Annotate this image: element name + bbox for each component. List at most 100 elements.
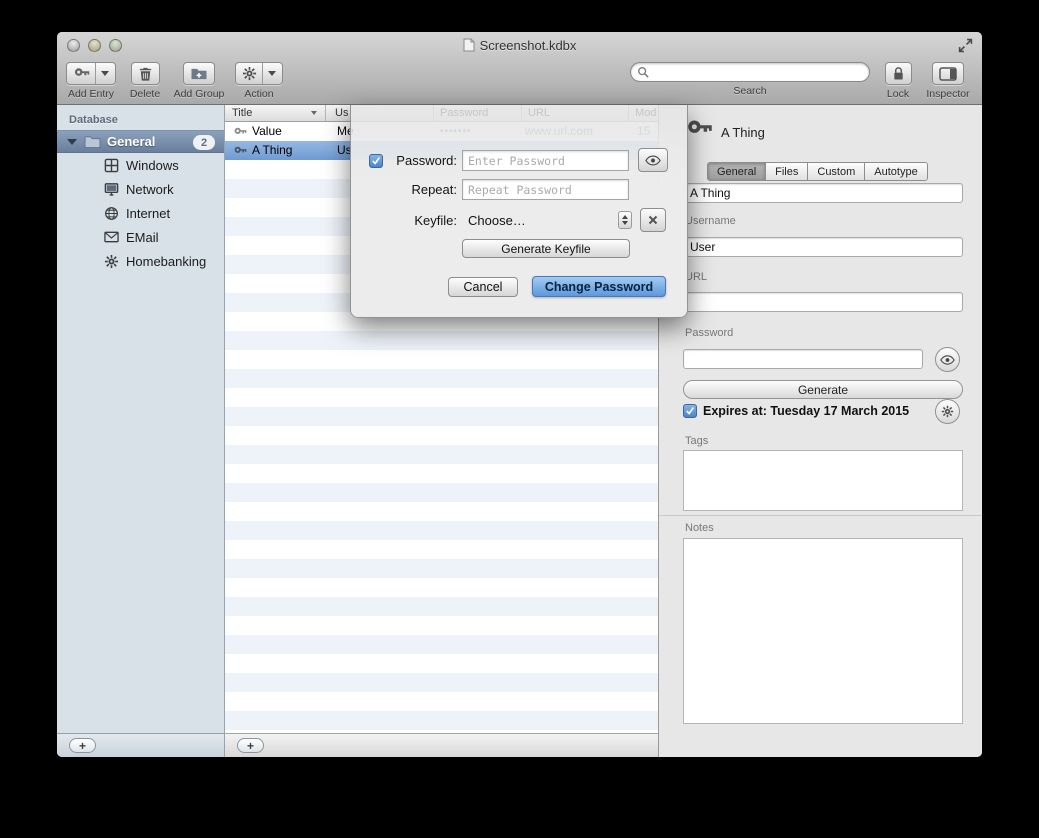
- expires-settings-button[interactable]: [935, 399, 960, 424]
- search-label: Search: [733, 85, 766, 97]
- folder-icon: [84, 135, 101, 148]
- inspector-entry-title: A Thing: [721, 125, 765, 140]
- notes-input[interactable]: [683, 538, 963, 724]
- delete-control: Delete: [127, 62, 163, 100]
- sidebar-footer: +: [57, 733, 225, 757]
- tab-general[interactable]: General: [708, 163, 766, 180]
- globe-icon: [103, 206, 119, 221]
- keyfile-popup[interactable]: Choose…: [462, 209, 634, 231]
- inspector-button[interactable]: [932, 62, 964, 85]
- change-password-dialog: Password: Repeat: Keyfile: Choose…: [350, 105, 688, 318]
- sort-indicator-icon: [311, 111, 317, 115]
- password-field[interactable]: [683, 349, 923, 369]
- add-entry-button[interactable]: [66, 62, 116, 85]
- network-icon: [103, 182, 119, 197]
- inspector-panel-icon: [939, 67, 957, 81]
- window-title: Screenshot.kdbx: [480, 38, 577, 53]
- dialog-repeat-input[interactable]: [462, 179, 629, 200]
- url-field[interactable]: [683, 292, 963, 312]
- chevron-down-icon: [268, 71, 276, 76]
- add-entry-label: Add Entry: [68, 88, 114, 100]
- close-icon: [648, 215, 658, 225]
- cancel-button[interactable]: Cancel: [448, 277, 518, 297]
- window-header: Screenshot.kdbx Add Entry: [57, 32, 982, 105]
- tab-custom[interactable]: Custom: [808, 163, 865, 180]
- column-header-username[interactable]: Us: [335, 107, 348, 119]
- gear-icon: [941, 405, 954, 418]
- add-group-button[interactable]: [183, 62, 215, 85]
- disclosure-triangle-icon[interactable]: [67, 139, 77, 145]
- sidebar-item-network[interactable]: Network: [57, 177, 224, 201]
- popup-stepper-icon: [618, 211, 632, 229]
- key-icon: [685, 115, 713, 146]
- dialog-password-input[interactable]: [462, 150, 629, 171]
- action-button[interactable]: [235, 62, 283, 85]
- sidebar-item-email[interactable]: EMail: [57, 225, 224, 249]
- inspector-control: Inspector: [921, 62, 975, 100]
- fullscreen-icon[interactable]: [958, 38, 973, 53]
- sidebar-item-homebanking[interactable]: Homebanking: [57, 249, 224, 273]
- gear-icon: [242, 66, 257, 81]
- add-entry-dropdown[interactable]: [95, 63, 109, 84]
- action-dropdown[interactable]: [262, 63, 276, 84]
- windows-icon: [103, 158, 119, 173]
- inspector-label: Inspector: [926, 88, 969, 100]
- tags-input[interactable]: [683, 450, 963, 511]
- action-label: Action: [244, 88, 273, 100]
- password-enabled-checkbox[interactable]: [369, 154, 383, 168]
- titlebar[interactable]: Screenshot.kdbx: [57, 32, 982, 58]
- folder-plus-icon: [190, 66, 208, 81]
- generate-password-button[interactable]: Generate: [683, 380, 963, 399]
- title-field[interactable]: [683, 183, 963, 203]
- dialog-password-label: Password:: [387, 153, 457, 168]
- window-content: Database General 2 Windows Network: [57, 105, 982, 757]
- app-window: Screenshot.kdbx Add Entry: [57, 32, 982, 757]
- clear-keyfile-button[interactable]: [640, 208, 666, 232]
- envelope-icon: [103, 231, 119, 243]
- tags-label: Tags: [685, 435, 708, 447]
- lock-button[interactable]: [885, 62, 912, 85]
- sidebar-item-internet[interactable]: Internet: [57, 201, 224, 225]
- generate-keyfile-button[interactable]: Generate Keyfile: [462, 239, 630, 258]
- sidebar-group-label: General: [107, 134, 155, 149]
- search-field[interactable]: [630, 62, 870, 82]
- eye-icon: [645, 155, 661, 166]
- show-password-button[interactable]: [935, 347, 960, 372]
- add-group-label: Add Group: [174, 88, 225, 100]
- expires-label: Expires at: Tuesday 17 March 2015: [703, 404, 909, 418]
- add-group-footer-button[interactable]: +: [69, 738, 96, 753]
- entry-count-badge: 2: [193, 135, 215, 150]
- column-header-title[interactable]: Title: [232, 107, 252, 119]
- inspector-tabs: General Files Custom Autotype: [707, 162, 928, 181]
- document-icon: [463, 38, 475, 52]
- gear-icon: [103, 254, 119, 269]
- username-field[interactable]: [683, 237, 963, 257]
- keyfile-popup-value: Choose…: [462, 213, 526, 228]
- tab-files[interactable]: Files: [766, 163, 808, 180]
- dialog-keyfile-label: Keyfile:: [387, 213, 457, 228]
- column-divider[interactable]: [325, 105, 326, 121]
- sidebar-item-windows[interactable]: Windows: [57, 153, 224, 177]
- search-control: Search: [630, 62, 870, 97]
- dialog-show-password-button[interactable]: [638, 148, 668, 172]
- expires-checkbox[interactable]: [683, 404, 697, 418]
- change-password-button[interactable]: Change Password: [532, 276, 666, 297]
- delete-label: Delete: [130, 88, 160, 100]
- entry-title: A Thing: [252, 143, 292, 157]
- username-label: Username: [685, 215, 736, 227]
- search-icon: [637, 66, 649, 78]
- sidebar-group-general[interactable]: General 2: [57, 130, 224, 153]
- add-entry-footer-button[interactable]: +: [237, 738, 264, 753]
- delete-button[interactable]: [131, 62, 160, 85]
- lock-icon: [892, 66, 905, 81]
- sidebar-item-label: Homebanking: [126, 254, 206, 269]
- action-control: Action: [236, 62, 282, 100]
- inspector-panel: A Thing General Files Custom Autotype Us…: [658, 105, 982, 757]
- search-input[interactable]: [653, 65, 863, 79]
- tab-autotype[interactable]: Autotype: [865, 163, 926, 180]
- eye-icon: [940, 355, 955, 365]
- toolbar: Add Entry Delete Add Group: [57, 59, 982, 105]
- add-entry-control: Add Entry: [65, 62, 117, 100]
- sidebar: Database General 2 Windows Network: [57, 105, 225, 733]
- dialog-repeat-label: Repeat:: [387, 182, 457, 197]
